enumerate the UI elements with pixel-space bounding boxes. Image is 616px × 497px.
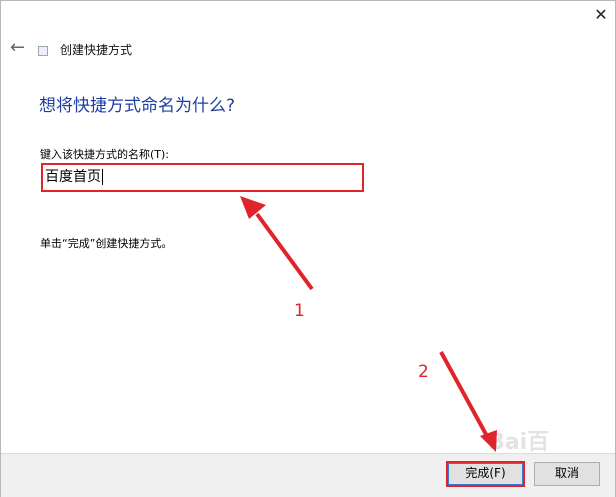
annotation-overlay — [240, 196, 497, 452]
annotation-label-1: 1 — [294, 301, 305, 321]
annotation-label-2: 2 — [418, 362, 429, 382]
arrow-2-head — [480, 430, 497, 452]
arrow-2 — [439, 351, 490, 439]
arrow-1 — [255, 212, 314, 291]
arrow-1-head — [240, 196, 266, 219]
